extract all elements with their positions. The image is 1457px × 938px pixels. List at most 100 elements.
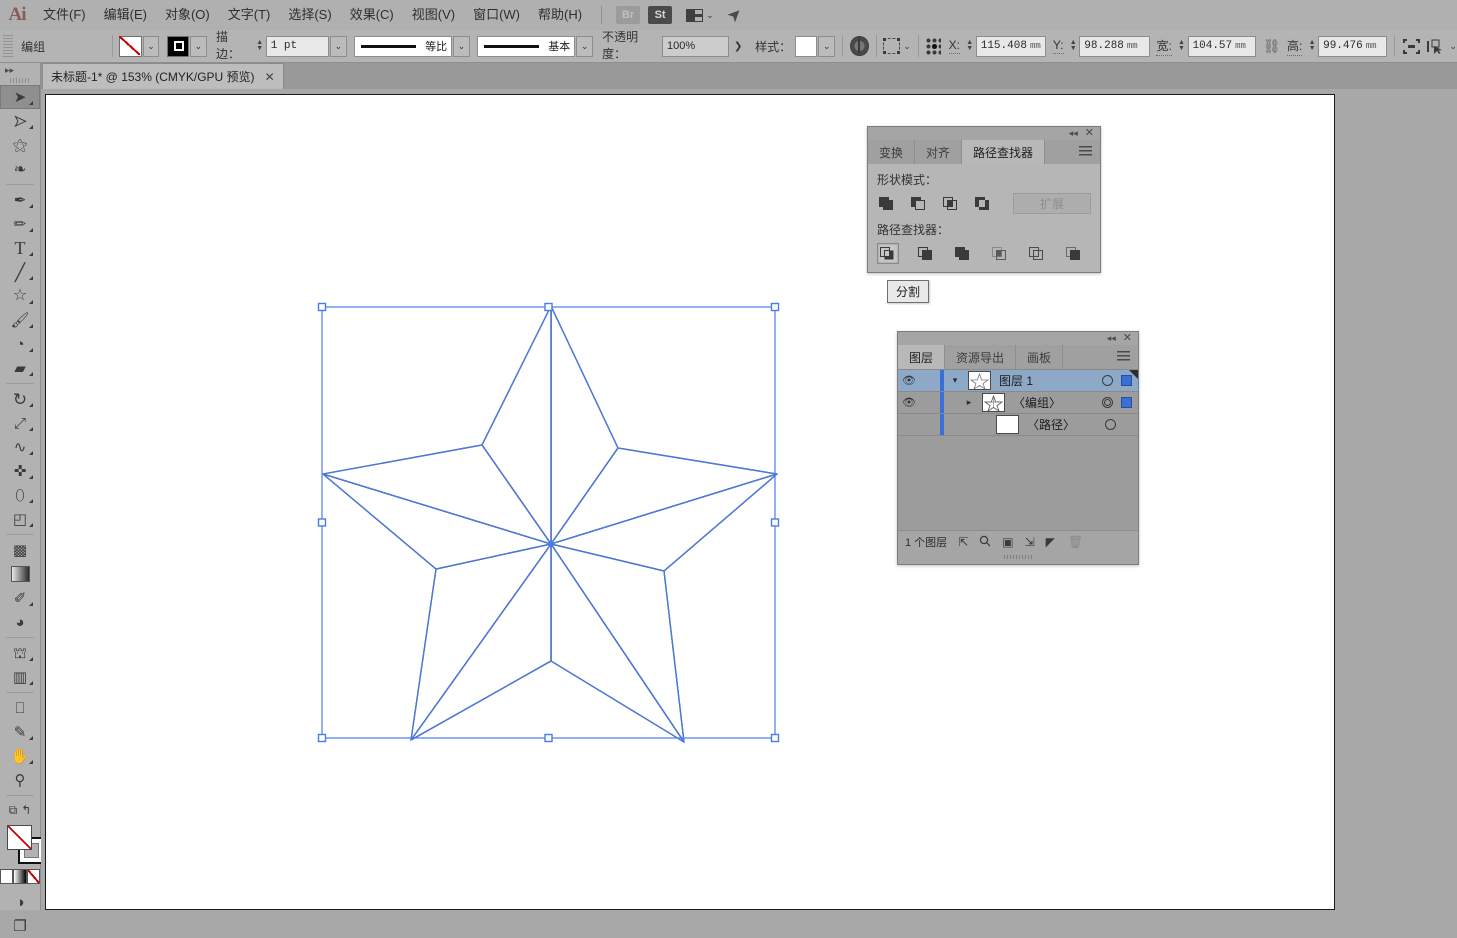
swap-fill-stroke-icon[interactable]: ⧉ bbox=[9, 803, 18, 818]
target-double-circle-icon[interactable] bbox=[1102, 397, 1113, 408]
crop-button[interactable] bbox=[990, 244, 1010, 263]
panel-menu-icon[interactable] bbox=[1079, 146, 1092, 157]
tool-eraser[interactable]: ▰ bbox=[0, 356, 40, 380]
tool-slice[interactable]: ✎ bbox=[0, 720, 40, 744]
unite-button[interactable] bbox=[877, 194, 897, 213]
delete-selection-button[interactable]: 🗑 bbox=[1068, 535, 1083, 549]
tool-magic-wand[interactable]: ⚝ bbox=[0, 133, 40, 157]
gradient-swatch-button[interactable] bbox=[13, 869, 27, 884]
control-bar-grip[interactable] bbox=[3, 35, 14, 57]
fill-dropdown-arrow[interactable]: ⌄ bbox=[142, 35, 160, 57]
stroke-dropdown-arrow[interactable]: ⌄ bbox=[190, 35, 207, 57]
tool-mesh[interactable]: ▩ bbox=[0, 538, 40, 562]
graphic-style-swatch[interactable] bbox=[795, 35, 818, 57]
document-tab[interactable]: 未标题-1* @ 153% (CMYK/GPU 预览) ✕ bbox=[42, 63, 284, 89]
tool-eyedropper[interactable]: ✐ bbox=[0, 586, 40, 610]
width-input[interactable]: 104.57 mm bbox=[1187, 35, 1257, 57]
isolate-selected-icon[interactable] bbox=[1402, 38, 1421, 55]
tool-lasso[interactable]: ❧ bbox=[0, 157, 40, 181]
tool-width-warp[interactable]: ∿ bbox=[0, 435, 40, 459]
tool-blend[interactable]: ◕ bbox=[0, 610, 40, 634]
tool-curvature[interactable]: ✏ bbox=[0, 212, 40, 236]
fill-color-swatch[interactable] bbox=[119, 35, 142, 57]
tool-free-transform[interactable]: ✜ bbox=[0, 459, 40, 483]
layers-panel[interactable]: ◂◂ ✕ 图层 资源导出 画板 👁 ▾ 图层 1 👁 ▸ 〈编组〉 〈路径〉 1… bbox=[897, 331, 1139, 565]
tool-column-graph[interactable]: ▥ bbox=[0, 665, 40, 689]
align-icon[interactable] bbox=[883, 38, 901, 54]
tool-gradient[interactable] bbox=[0, 562, 40, 586]
tool-selection[interactable]: ➤ bbox=[0, 85, 40, 109]
tool-perspective-grid[interactable]: ◰ bbox=[0, 507, 40, 531]
menu-view[interactable]: 视图(V) bbox=[403, 0, 464, 30]
stroke-weight-dropdown-arrow[interactable]: ⌄ bbox=[330, 35, 347, 57]
stroke-weight-input[interactable]: 1 pt bbox=[265, 35, 330, 57]
layer-name[interactable]: 图层 1 bbox=[999, 372, 1033, 389]
group-name[interactable]: 〈编组〉 bbox=[1013, 394, 1061, 411]
close-icon[interactable]: ✕ bbox=[1085, 128, 1094, 139]
pathfinder-panel[interactable]: ◂◂ ✕ 变换 对齐 路径查找器 形状模式： 扩展 路径查找器： bbox=[867, 126, 1101, 273]
broken-chain-icon[interactable]: ⛓ bbox=[1263, 38, 1281, 55]
screen-mode-button[interactable]: ❐ bbox=[0, 914, 40, 938]
exclude-button[interactable] bbox=[973, 194, 993, 213]
tool-zoom[interactable]: ⚲ bbox=[0, 768, 40, 792]
tool-hand[interactable]: ✋ bbox=[0, 744, 40, 768]
divide-button[interactable] bbox=[877, 243, 899, 264]
selection-indicator-square[interactable] bbox=[1121, 397, 1132, 408]
select-similar-chevron-down-icon[interactable]: ⌄ bbox=[1449, 41, 1457, 52]
collapse-panel-icon[interactable]: ▸▸ bbox=[5, 65, 14, 76]
twirl-right-icon[interactable]: ▸ bbox=[958, 397, 980, 408]
trim-button[interactable] bbox=[916, 244, 936, 263]
tool-scale[interactable]: ⤢ bbox=[0, 411, 40, 435]
tab-pathfinder[interactable]: 路径查找器 bbox=[962, 140, 1046, 164]
collapse-panel-icon[interactable]: ◂◂ bbox=[1107, 333, 1116, 344]
close-icon[interactable]: ✕ bbox=[1123, 333, 1132, 344]
make-clipping-mask-button[interactable]: ▣ bbox=[1002, 535, 1013, 549]
menu-file[interactable]: 文件(F) bbox=[34, 0, 95, 30]
expand-button[interactable]: 扩展 bbox=[1013, 193, 1091, 214]
select-similar-objects-icon[interactable] bbox=[1426, 38, 1445, 55]
tab-align[interactable]: 对齐 bbox=[915, 140, 963, 164]
tool-pen[interactable]: ✒ bbox=[0, 188, 40, 212]
none-swatch-button[interactable] bbox=[26, 869, 40, 884]
layer-row-group[interactable]: 👁 ▸ 〈编组〉 bbox=[898, 392, 1138, 414]
target-circle-icon[interactable] bbox=[1105, 419, 1116, 430]
menu-window[interactable]: 窗口(W) bbox=[464, 0, 529, 30]
minus-back-button[interactable] bbox=[1064, 244, 1084, 263]
align-chevron-down-icon[interactable]: ⌄ bbox=[903, 41, 911, 52]
panel-menu-icon[interactable] bbox=[1117, 351, 1130, 362]
artboard[interactable] bbox=[45, 94, 1335, 910]
tool-symbol-sprayer[interactable]: ⛫ bbox=[0, 641, 40, 665]
menu-effect[interactable]: 效果(C) bbox=[341, 0, 403, 30]
opacity-expand-arrow[interactable]: ❯ bbox=[734, 41, 742, 52]
tool-artboard[interactable]: ⎕ bbox=[0, 696, 40, 720]
menu-help[interactable]: 帮助(H) bbox=[529, 0, 591, 30]
tool-paintbrush[interactable]: 🖌 bbox=[0, 308, 40, 332]
visibility-eye-icon[interactable]: 👁 bbox=[898, 374, 920, 387]
width-profile-select[interactable]: 等比 bbox=[354, 35, 453, 57]
tool-shape-star[interactable]: ☆ bbox=[0, 284, 40, 308]
canvas-area[interactable] bbox=[41, 89, 1457, 910]
merge-button[interactable] bbox=[953, 244, 973, 263]
recolor-artwork-icon[interactable] bbox=[850, 36, 869, 56]
x-input[interactable]: 115.408 mm bbox=[975, 35, 1047, 57]
tool-rotate[interactable]: ↻ bbox=[0, 387, 40, 411]
drawing-mode-button[interactable]: ◑ bbox=[0, 890, 40, 914]
create-sublayer-button[interactable]: ⇲ bbox=[1025, 535, 1035, 549]
intersect-button[interactable] bbox=[941, 194, 961, 213]
tab-asset-export[interactable]: 资源导出 bbox=[945, 345, 1017, 369]
twirl-down-icon[interactable]: ▾ bbox=[944, 375, 966, 386]
bridge-button[interactable]: Br bbox=[616, 6, 641, 24]
tool-line-segment[interactable]: ╱ bbox=[0, 260, 40, 284]
outline-button[interactable] bbox=[1027, 244, 1047, 263]
layers-panel-titlebar[interactable]: ◂◂ ✕ bbox=[898, 332, 1138, 345]
opacity-label[interactable]: 不透明度： bbox=[602, 28, 658, 64]
stroke-weight-stepper[interactable]: ▲ ▼ bbox=[255, 37, 265, 56]
y-input[interactable]: 98.288 mm bbox=[1079, 35, 1151, 57]
width-stepper[interactable]: ▲ ▼ bbox=[1176, 37, 1186, 56]
artwork-svg[interactable] bbox=[46, 95, 1336, 910]
default-fill-stroke-icon[interactable]: ↰ bbox=[21, 803, 31, 817]
locate-object-button[interactable]: ⇱ bbox=[958, 535, 968, 549]
panel-resize-grip[interactable] bbox=[898, 553, 1138, 560]
tab-layers[interactable]: 图层 bbox=[898, 345, 946, 369]
pathfinder-panel-titlebar[interactable]: ◂◂ ✕ bbox=[868, 127, 1100, 140]
